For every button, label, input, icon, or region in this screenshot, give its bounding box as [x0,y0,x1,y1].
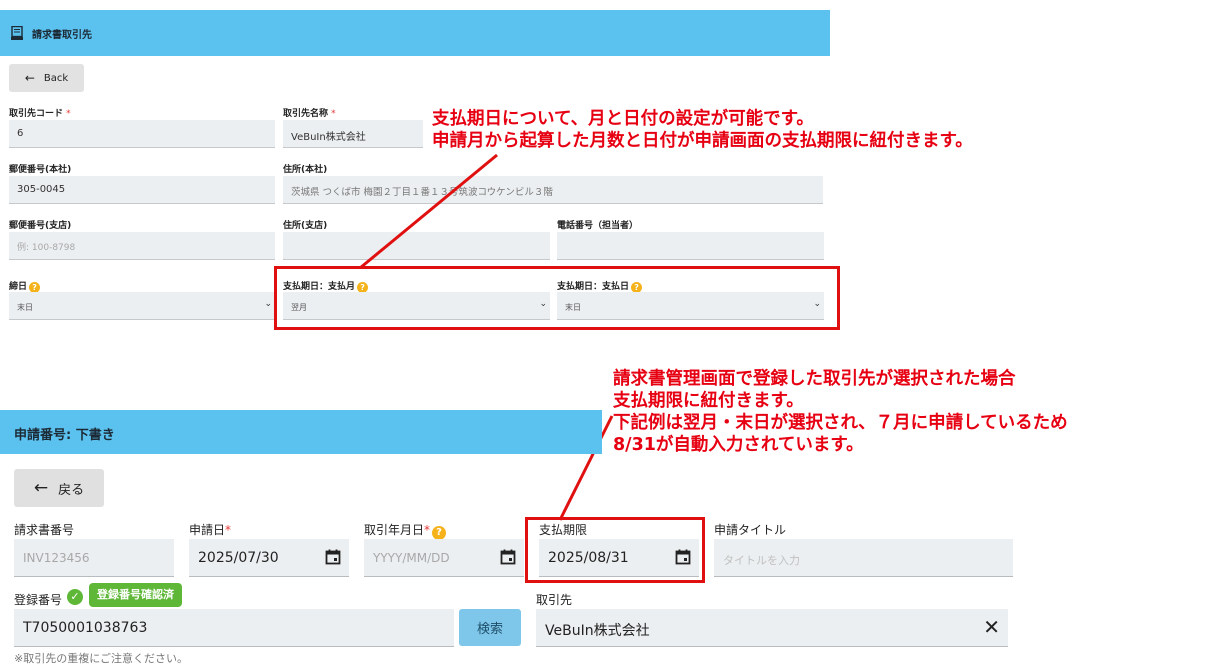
app-title-label: 申請タイトル [714,523,787,537]
application-header-bar: 申請番号: 下書き [0,410,602,454]
close-icon[interactable]: ✕ [983,615,1000,639]
partner-field[interactable]: VeBuIn株式会社 ✕ [536,609,1008,647]
application-title: 申請番号: 下書き [14,428,115,443]
apply-date-label: 申請日* [189,523,232,537]
check-circle-icon: ✓ [67,589,83,605]
arrow-left-icon: ← [33,478,49,498]
reg-no-label: 登録番号 [14,593,63,607]
app-title-field[interactable]: タイトルを入力 [714,539,1013,577]
verified-badge: 登録番号確認済 [89,583,182,607]
txn-date-label: 取引年月日*? [364,521,447,540]
partner-label: 取引先 [536,593,573,607]
reg-no-field[interactable]: T7050001038763 [14,609,454,647]
calendar-icon[interactable] [500,549,516,565]
txn-date-field[interactable]: YYYY/MM/DD [364,539,524,577]
invoice-no-field[interactable]: INV123456 [14,539,174,577]
highlight-box-due-date [525,517,705,583]
apply-date-field[interactable]: 2025/07/30 [189,539,349,577]
invoice-no-label: 請求書番号 [14,523,75,537]
calendar-icon[interactable] [325,549,341,565]
return-button[interactable]: ← 戻る [14,469,104,507]
duplicate-note: ※取引先の重複にご注意ください。 [14,652,188,665]
search-button[interactable]: 検索 [459,609,521,646]
help-icon[interactable]: ? [432,526,447,540]
annotation-connector-top [359,153,498,270]
return-label: 戻る [58,482,85,498]
